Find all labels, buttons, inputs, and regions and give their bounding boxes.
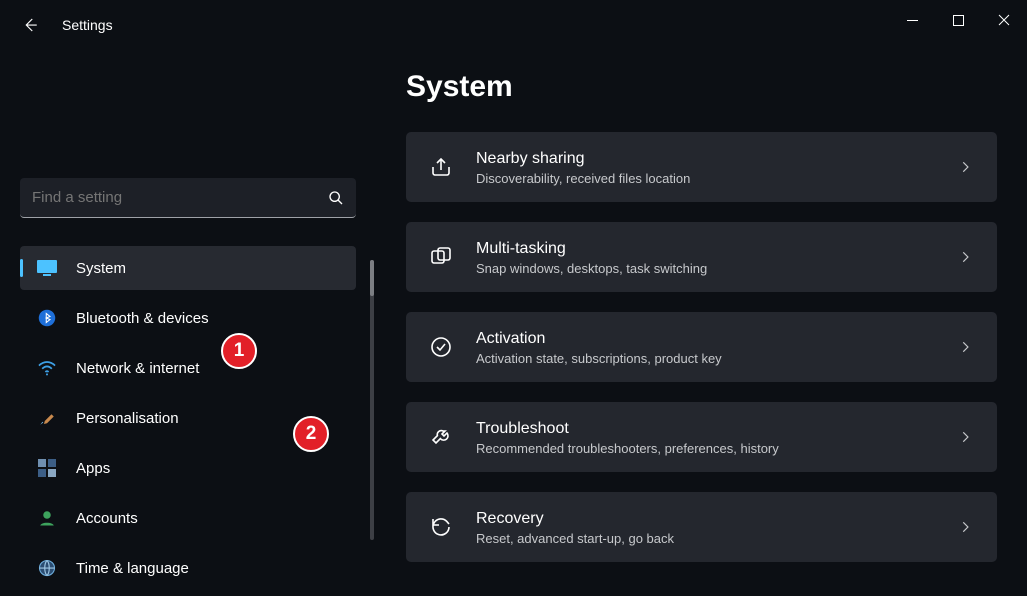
card-subtitle: Recommended troubleshooters, preferences… (476, 441, 955, 456)
card-text: Recovery Reset, advanced start-up, go ba… (476, 509, 955, 546)
card-recovery[interactable]: Recovery Reset, advanced start-up, go ba… (406, 492, 997, 562)
sidebar-item-label: System (76, 260, 126, 277)
card-title: Troubleshoot (476, 419, 955, 439)
card-troubleshoot[interactable]: Troubleshoot Recommended troubleshooters… (406, 402, 997, 472)
recovery-icon (428, 514, 454, 540)
sidebar-item-label: Apps (76, 460, 110, 477)
card-text: Activation Activation state, subscriptio… (476, 329, 955, 366)
chevron-right-icon (955, 250, 975, 264)
search-box[interactable] (20, 178, 356, 218)
search-input[interactable] (32, 189, 328, 206)
window-controls (889, 0, 1027, 40)
check-circle-icon (428, 334, 454, 360)
wrench-icon (428, 424, 454, 450)
card-activation[interactable]: Activation Activation state, subscriptio… (406, 312, 997, 382)
wifi-icon (36, 357, 58, 379)
bluetooth-icon (36, 307, 58, 329)
maximize-button[interactable] (935, 0, 981, 40)
share-icon (428, 154, 454, 180)
apps-icon (36, 457, 58, 479)
chevron-right-icon (955, 160, 975, 174)
close-button[interactable] (981, 0, 1027, 40)
search-icon (328, 190, 344, 206)
card-text: Troubleshoot Recommended troubleshooters… (476, 419, 955, 456)
card-text: Nearby sharing Discoverability, received… (476, 149, 955, 186)
card-title: Recovery (476, 509, 955, 529)
page-title: System (406, 70, 997, 104)
main-content: System Nearby sharing Discoverability, r… (406, 70, 997, 582)
card-subtitle: Reset, advanced start-up, go back (476, 531, 955, 546)
sidebar-scrollbar[interactable] (370, 260, 374, 540)
brush-icon (36, 407, 58, 429)
sidebar-item-time-language[interactable]: Time & language (20, 546, 356, 590)
sidebar-item-accounts[interactable]: Accounts (20, 496, 356, 540)
minimize-button[interactable] (889, 0, 935, 40)
card-subtitle: Activation state, subscriptions, product… (476, 351, 955, 366)
titlebar: Settings (0, 0, 1027, 50)
chevron-right-icon (955, 340, 975, 354)
card-multitasking[interactable]: Multi-tasking Snap windows, desktops, ta… (406, 222, 997, 292)
sidebar-item-label: Network & internet (76, 360, 199, 377)
monitor-icon (36, 257, 58, 279)
minimize-icon (907, 15, 918, 26)
sidebar-item-network[interactable]: Network & internet (20, 346, 356, 390)
maximize-icon (953, 15, 964, 26)
card-subtitle: Discoverability, received files location (476, 171, 955, 186)
card-nearby-sharing[interactable]: Nearby sharing Discoverability, received… (406, 132, 997, 202)
person-icon (36, 507, 58, 529)
sidebar-item-bluetooth[interactable]: Bluetooth & devices (20, 296, 356, 340)
sidebar-item-system[interactable]: System (20, 246, 356, 290)
card-title: Multi-tasking (476, 239, 955, 259)
card-title: Nearby sharing (476, 149, 955, 169)
card-text: Multi-tasking Snap windows, desktops, ta… (476, 239, 955, 276)
annotation-badge-1: 1 (221, 333, 257, 369)
close-icon (998, 14, 1010, 26)
sidebar: System Bluetooth & devices Network & int… (20, 178, 356, 596)
sidebar-item-label: Bluetooth & devices (76, 310, 209, 327)
card-title: Activation (476, 329, 955, 349)
card-subtitle: Snap windows, desktops, task switching (476, 261, 955, 276)
globe-icon (36, 557, 58, 579)
annotation-badge-2: 2 (293, 416, 329, 452)
back-arrow-icon (21, 16, 39, 34)
chevron-right-icon (955, 430, 975, 444)
multitask-icon (428, 244, 454, 270)
sidebar-item-label: Time & language (76, 560, 189, 577)
app-title: Settings (62, 17, 113, 33)
sidebar-item-apps[interactable]: Apps (20, 446, 356, 490)
back-button[interactable] (8, 0, 52, 50)
sidebar-item-label: Personalisation (76, 410, 179, 427)
chevron-right-icon (955, 520, 975, 534)
sidebar-item-label: Accounts (76, 510, 138, 527)
